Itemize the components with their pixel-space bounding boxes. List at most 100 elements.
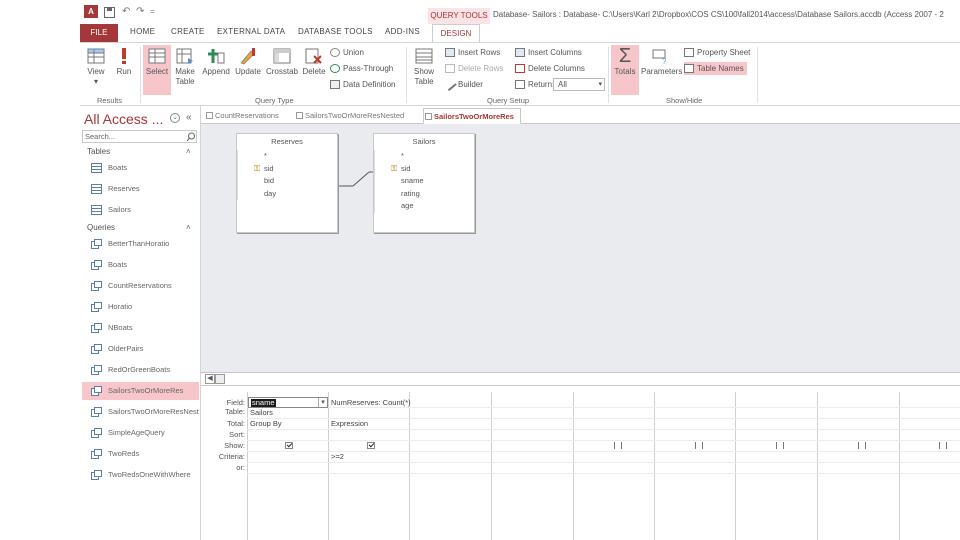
tab-home[interactable]: HOME bbox=[130, 27, 155, 36]
nav-search-input[interactable]: Search... bbox=[82, 130, 197, 143]
select-query-button[interactable]: Select bbox=[143, 45, 171, 95]
view-button[interactable]: View ▾ bbox=[83, 45, 109, 95]
tab-design[interactable]: DESIGN bbox=[432, 24, 480, 42]
union-button[interactable]: Union bbox=[330, 46, 364, 59]
delete-rows-button[interactable]: Delete Rows bbox=[445, 62, 503, 75]
field-list-item[interactable]: ⚿ sid bbox=[237, 162, 337, 175]
nav-query-item-selected[interactable]: SailorsTwoOrMoreRes bbox=[82, 382, 199, 400]
nav-query-item[interactable]: OlderPairs bbox=[82, 340, 199, 358]
tab-external-data[interactable]: EXTERNAL DATA bbox=[217, 27, 285, 36]
tables-group-header[interactable]: Tables bbox=[87, 147, 110, 156]
tab-add-ins[interactable]: ADD-INS bbox=[385, 27, 420, 36]
grid-show-checkbox[interactable] bbox=[783, 442, 784, 449]
run-button[interactable]: Run bbox=[112, 45, 136, 95]
grid-criteria-value[interactable]: >=2 bbox=[331, 453, 344, 461]
grid-show-checkbox[interactable] bbox=[702, 442, 703, 449]
field-list-title: Sailors bbox=[412, 137, 436, 146]
svg-text:?: ? bbox=[662, 57, 667, 65]
update-button[interactable]: Update bbox=[233, 45, 263, 95]
return-select[interactable]: All ▾ bbox=[553, 78, 605, 91]
nav-query-item[interactable]: CountReservations bbox=[82, 277, 199, 295]
nav-table-item[interactable]: Reserves bbox=[82, 180, 199, 198]
field-list-item[interactable]: * bbox=[374, 150, 474, 163]
nav-pane-title[interactable]: All Access ... bbox=[84, 111, 163, 127]
data-definition-button[interactable]: Data Definition bbox=[330, 78, 395, 91]
make-table-button[interactable]: Make Table bbox=[173, 45, 197, 95]
nav-query-item[interactable]: BetterThanHoratio bbox=[82, 235, 199, 253]
queries-group-header[interactable]: Queries bbox=[87, 223, 115, 232]
grid-show-checkbox[interactable] bbox=[939, 442, 940, 449]
design-area-scrollbar[interactable]: ◀ bbox=[201, 372, 960, 386]
field-list-item[interactable]: rating bbox=[374, 187, 474, 200]
grid-table-value[interactable]: Sailors bbox=[250, 409, 273, 417]
collapse-queries-icon[interactable]: ˄ bbox=[186, 223, 191, 232]
query-icon bbox=[91, 407, 102, 417]
field-list-item[interactable]: sname bbox=[374, 175, 474, 188]
grid-show-checkbox[interactable] bbox=[285, 442, 293, 449]
field-list-item[interactable]: age bbox=[374, 200, 474, 213]
nav-query-item[interactable]: SailorsTwoOrMoreResNested bbox=[82, 403, 199, 421]
chevron-down-icon[interactable]: ▾ bbox=[318, 398, 327, 407]
doc-tab-countreservations[interactable]: CountReservations bbox=[205, 108, 279, 124]
nav-query-item[interactable]: TwoReds bbox=[82, 445, 199, 463]
field-list-item[interactable]: day bbox=[237, 187, 337, 200]
property-sheet-label: Property Sheet bbox=[697, 48, 751, 57]
grid-show-checkbox[interactable] bbox=[621, 442, 622, 449]
grid-field-select[interactable]: sname ▾ bbox=[248, 397, 328, 408]
nav-table-item[interactable]: Sailors bbox=[82, 201, 199, 219]
grid-field-value[interactable]: NumReserves: Count(*) bbox=[331, 399, 411, 407]
grid-show-checkbox[interactable] bbox=[858, 442, 859, 449]
doc-tab-sailorstwoormoreresnested[interactable]: SailorsTwoOrMoreResNested bbox=[295, 108, 404, 124]
grid-show-checkbox[interactable] bbox=[776, 442, 777, 449]
grid-show-checkbox[interactable] bbox=[367, 442, 375, 449]
delete-query-button[interactable]: Delete bbox=[301, 45, 327, 95]
relationship-join-line[interactable] bbox=[339, 164, 375, 194]
field-list-reserves[interactable]: Reserves * ⚿ sid bid day bbox=[236, 133, 338, 233]
field-list-sailors[interactable]: Sailors * ⚿ sid sname rating age bbox=[373, 133, 475, 233]
nav-query-item[interactable]: Horatio bbox=[82, 298, 199, 316]
grid-total-value[interactable]: Expression bbox=[331, 420, 368, 428]
scroll-thumb[interactable] bbox=[215, 374, 225, 384]
undo-icon[interactable]: ↶ bbox=[122, 6, 130, 18]
results-group-label: Results bbox=[97, 96, 123, 105]
grid-show-checkbox[interactable] bbox=[614, 442, 615, 449]
property-sheet-button[interactable]: Property Sheet bbox=[684, 46, 750, 59]
field-list-item[interactable]: * bbox=[237, 150, 337, 163]
shutter-bar-close-icon[interactable]: « bbox=[186, 112, 192, 123]
doc-tab-sailorstwoormoreres[interactable]: SailorsTwoOrMoreRes bbox=[423, 108, 521, 124]
nav-menu-chevron-icon[interactable]: ⌄ bbox=[170, 113, 180, 123]
redo-icon[interactable]: ↷ bbox=[136, 6, 144, 18]
save-icon[interactable] bbox=[104, 7, 115, 18]
field-list-item[interactable]: bid bbox=[237, 175, 337, 188]
tab-file[interactable]: FILE bbox=[80, 24, 118, 42]
tab-database-tools[interactable]: DATABASE TOOLS bbox=[298, 27, 373, 36]
customize-qat-icon[interactable]: = bbox=[150, 6, 155, 18]
nav-query-item[interactable]: NBoats bbox=[82, 319, 199, 337]
pass-through-button[interactable]: Pass-Through bbox=[330, 62, 393, 75]
insert-rows-button[interactable]: Insert Rows bbox=[445, 46, 500, 59]
scroll-left-icon[interactable]: ◀ bbox=[205, 374, 215, 384]
grid-show-checkbox[interactable] bbox=[865, 442, 866, 449]
crosstab-button[interactable]: Crosstab bbox=[265, 45, 299, 95]
grid-show-checkbox[interactable] bbox=[946, 442, 947, 449]
search-icon[interactable] bbox=[186, 132, 196, 142]
grid-total-value[interactable]: Group By bbox=[250, 420, 282, 428]
nav-table-item[interactable]: Boats bbox=[82, 159, 199, 177]
totals-button[interactable]: Σ Totals bbox=[611, 45, 639, 95]
tab-create[interactable]: CREATE bbox=[171, 27, 205, 36]
show-table-button[interactable]: Show Table bbox=[409, 45, 439, 95]
grid-show-checkbox[interactable] bbox=[695, 442, 696, 449]
nav-query-item[interactable]: Boats bbox=[82, 256, 199, 274]
collapse-tables-icon[interactable]: ˄ bbox=[186, 147, 191, 156]
window-title: Database- Sailors : Database- C:\Users\K… bbox=[493, 10, 944, 19]
builder-button[interactable]: Builder bbox=[443, 77, 483, 92]
nav-query-item[interactable]: TwoRedsOneWithWhere bbox=[82, 466, 199, 484]
table-names-button[interactable]: Table Names bbox=[684, 62, 747, 75]
nav-query-item[interactable]: SimpleAgeQuery bbox=[82, 424, 199, 442]
nav-query-item[interactable]: RedOrGreenBoats bbox=[82, 361, 199, 379]
parameters-button[interactable]: ? Parameters bbox=[641, 45, 682, 95]
insert-columns-button[interactable]: Insert Columns bbox=[515, 46, 582, 59]
field-list-item[interactable]: ⚿ sid bbox=[374, 162, 474, 175]
append-button[interactable]: Append bbox=[200, 45, 232, 95]
delete-columns-button[interactable]: Delete Columns bbox=[515, 62, 585, 75]
